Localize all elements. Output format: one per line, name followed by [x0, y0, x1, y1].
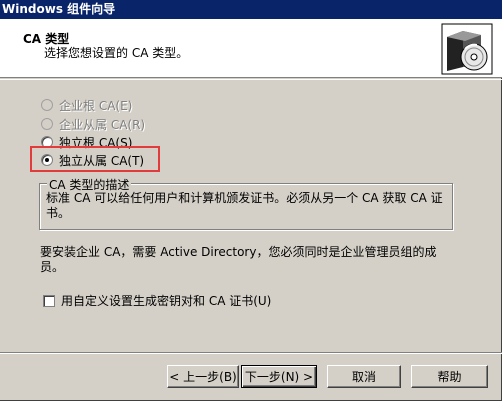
custom-keys-label: 用自定义设置生成密钥对和 CA 证书(U): [61, 294, 272, 308]
radio-button[interactable]: [41, 99, 53, 111]
wizard-header: CA 类型 选择您想设置的 CA 类型。: [0, 19, 502, 78]
page-subtitle: 选择您想设置的 CA 类型。: [44, 46, 189, 60]
custom-keys-option[interactable]: 用自定义设置生成密钥对和 CA 证书(U): [43, 292, 271, 309]
footer-separator: [0, 352, 502, 354]
radio-button[interactable]: [41, 118, 53, 130]
cancel-button[interactable]: 取消: [327, 365, 401, 388]
radio-label: 企业从属 CA(R): [59, 117, 146, 132]
wizard-window: Windows 组件向导 CA 类型 选择您想设置的 CA 类型。 企业根 CA…: [0, 0, 502, 401]
title-bar: Windows 组件向导: [0, 0, 502, 19]
cd-setup-box-icon: [441, 23, 493, 75]
next-button[interactable]: 下一步(N) >: [241, 365, 317, 388]
radio-label: 企业根 CA(E): [59, 98, 133, 113]
radio-enterprise-root[interactable]: 企业根 CA(E): [41, 97, 132, 113]
header-divider: [0, 79, 502, 80]
help-button[interactable]: 帮助: [411, 365, 488, 388]
radio-enterprise-subordinate[interactable]: 企业从属 CA(R): [41, 116, 145, 132]
back-button[interactable]: < 上一步(B): [167, 365, 239, 388]
annotation-highlight-box: [30, 146, 160, 172]
custom-keys-checkbox[interactable]: [43, 294, 55, 307]
description-text: 标准 CA 可以给任何用户和计算机颁发证书。必须从另一个 CA 获取 CA 证书…: [46, 191, 443, 220]
active-directory-note: 要安装企业 CA，需要 Active Directory，您必须同时是企业管理员…: [40, 245, 437, 274]
